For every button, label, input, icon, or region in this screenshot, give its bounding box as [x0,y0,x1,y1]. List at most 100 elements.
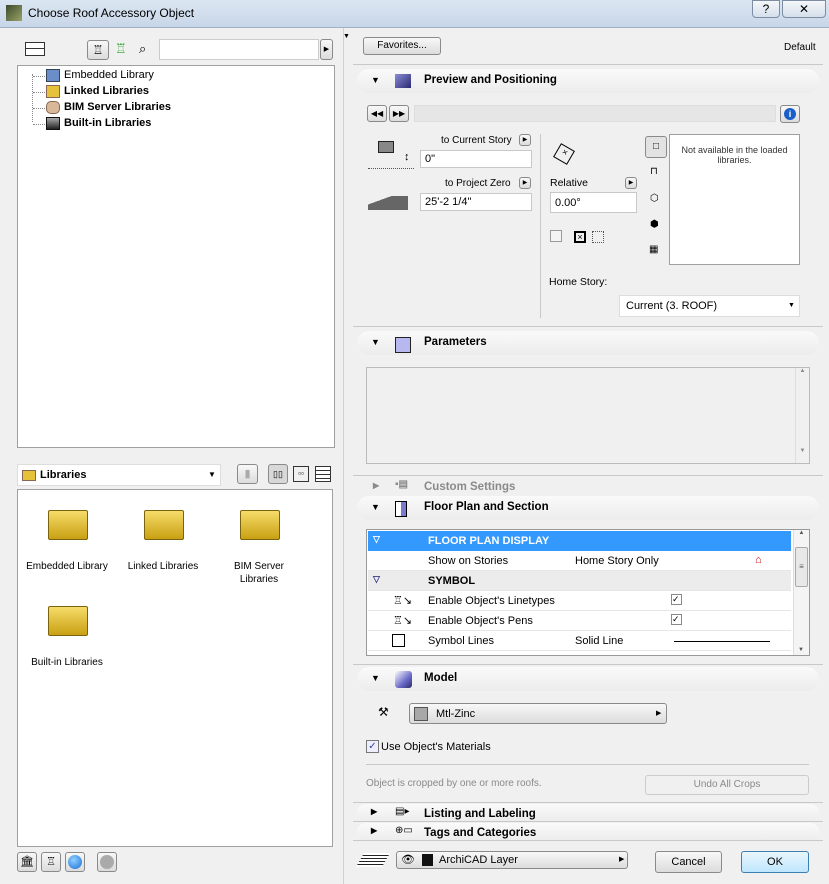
web-library-button[interactable] [65,852,85,872]
small-icons-view-icon[interactable]: ▫▫ [293,466,309,482]
group-row-symbol[interactable]: ▽ SYMBOL [368,571,791,591]
custom-settings-icon: ▪▤ [395,479,408,490]
parameters-scrollbar[interactable]: ▲ ▼ [795,368,809,463]
view-mode-icon[interactable] [25,42,45,56]
section-parameters-header[interactable]: ▼ Parameters [357,331,819,355]
relative-label: Relative [550,177,588,189]
linetypes-checkbox[interactable]: ✓ [671,594,682,605]
tree-item-embedded[interactable]: Embedded Library [32,68,232,84]
library-manager-button[interactable]: 🏛 [17,852,37,872]
to-current-story-label: to Current Story [441,135,512,146]
crop-status-text: Object is cropped by one or more roofs. [366,778,542,789]
section-tags-header[interactable]: ▶ ⊕▭ Tags and Categories [357,823,819,841]
group-row-floor-plan-display[interactable]: ▽ FLOOR PLAN DISPLAY [368,531,791,551]
collapsed-triangle-icon: ▶ [373,481,380,490]
positioning-icon [395,74,411,88]
info-button[interactable]: i [780,105,800,123]
large-icons-view-button[interactable]: ▯▯ [268,464,288,484]
search-options-button[interactable]: ▶ [320,39,333,60]
floorplan-scrollbar[interactable]: ▲ ≡ ▼ [793,530,809,655]
pens-checkbox[interactable]: ✓ [671,614,682,625]
project-zero-icon [368,196,408,210]
favorites-button[interactable]: Favorites... [363,37,441,55]
window-title: Choose Roof Accessory Object [28,6,195,20]
parameters-list: ▲ ▼ [366,367,810,464]
folder-browser: Embedded Library Linked Libraries BIM Se… [17,489,333,847]
folder-icon [240,510,280,540]
close-button[interactable]: ✕ [782,0,826,18]
home-story-label: Home Story: [549,276,608,288]
folder-select[interactable]: Libraries ▼ [17,464,221,486]
object-setting-icon: ♖↘ [393,615,413,627]
default-label: Default [784,42,816,53]
row-show-on-stories[interactable]: Show on Stories Home Story Only ⌂ [368,551,791,571]
tree-item-builtin[interactable]: Built-in Libraries [32,116,232,132]
expanded-triangle-icon: ▼ [371,673,380,683]
angle-options-button[interactable]: ▶ [625,177,637,189]
object-filter-button[interactable]: ♖ [87,40,109,60]
object-setting-icon: ♖↘ [393,595,413,607]
green-object-icon[interactable]: ♖ [115,41,127,57]
ok-button[interactable]: OK [741,851,809,873]
search-icon[interactable]: ⌕ [139,41,146,57]
collapse-arrow-icon[interactable]: ▼ [343,33,350,40]
preview-section-icon[interactable]: ⊓ [650,166,658,177]
next-object-button[interactable]: ▶▶ [389,105,409,122]
current-story-offset-input[interactable] [420,150,532,168]
project-zero-elevation-input[interactable] [420,193,532,211]
elevation-story-icon: ↕ [368,141,414,169]
home-story-select[interactable]: Current (3. ROOF) ▼ [619,295,800,317]
add-object-button[interactable]: ♖ [41,852,61,872]
cancel-button[interactable]: Cancel [655,851,722,873]
mirror-checkbox[interactable] [550,230,562,242]
mirrored-icon[interactable]: × [574,231,586,243]
layer-select[interactable]: 👁 ArchiCAD Layer ▶ [396,851,628,869]
bimcomponents-button [97,852,117,872]
library-tree: Embedded Library Linked Libraries BIM Se… [17,65,335,448]
tree-item-linked[interactable]: Linked Libraries [32,84,232,100]
linked-library-icon [46,85,60,98]
parent-folder-button: ▮ [237,464,258,484]
previous-object-button[interactable]: ◀◀ [367,105,387,122]
preview-wireframe-icon[interactable]: ⬡ [650,193,659,204]
material-select[interactable]: Mtl-Zinc ▶ [409,703,667,724]
undo-all-crops-button: Undo All Crops [645,775,809,795]
section-floorplan-header[interactable]: ▼ Floor Plan and Section [357,496,819,520]
row-enable-pens[interactable]: ♖↘ Enable Object's Pens ✓ [368,611,791,631]
rotation-angle-input[interactable] [550,192,637,213]
search-input[interactable] [159,39,319,60]
section-custom-header: ▶ ▪▤ Custom Settings [373,479,516,493]
app-icon [6,5,22,21]
left-panel-divider[interactable] [343,28,344,884]
collapsed-triangle-icon: ▶ [371,826,378,835]
rotation-angle-icon: × [553,143,575,165]
help-button[interactable]: ? [752,0,780,18]
story-icon: ⌂ [755,554,762,566]
preview-render-icon[interactable]: ▦ [649,244,658,255]
tree-item-bim-server[interactable]: BIM Server Libraries [32,100,232,116]
row-enable-linetypes[interactable]: ♖↘ Enable Object's Linetypes ✓ [368,591,791,611]
section-listing-header[interactable]: ▶ ▤▸ Listing and Labeling [357,804,819,822]
expanded-triangle-icon: ▽ [373,574,380,584]
eye-icon: 👁 [401,854,415,866]
section-preview-header[interactable]: ▼ Preview and Positioning [357,69,819,93]
use-materials-checkbox[interactable]: ✓ [366,740,379,753]
folder-icon [48,510,88,540]
list-view-icon[interactable] [315,466,331,482]
preview-2d-button[interactable]: □ [645,136,667,158]
collapsed-triangle-icon: ▶ [371,807,378,816]
folder-icon [48,606,88,636]
preview-shaded-icon[interactable]: ⬢ [650,219,659,230]
current-story-options-button[interactable]: ▶ [519,134,531,146]
expanded-triangle-icon: ▼ [371,502,380,512]
row-symbol-lines[interactable]: Symbol Lines Solid Line [368,631,791,651]
expanded-triangle-icon: ▽ [373,534,380,544]
chevron-right-icon: ▶ [656,710,662,717]
expanded-triangle-icon: ▼ [371,337,380,347]
to-project-zero-label: to Project Zero [445,178,511,189]
parameters-icon [395,337,411,353]
bim-server-icon [46,101,60,114]
section-model-header[interactable]: ▼ Model [357,667,819,691]
unmirrored-icon[interactable] [592,231,604,243]
project-zero-options-button[interactable]: ▶ [519,177,531,189]
